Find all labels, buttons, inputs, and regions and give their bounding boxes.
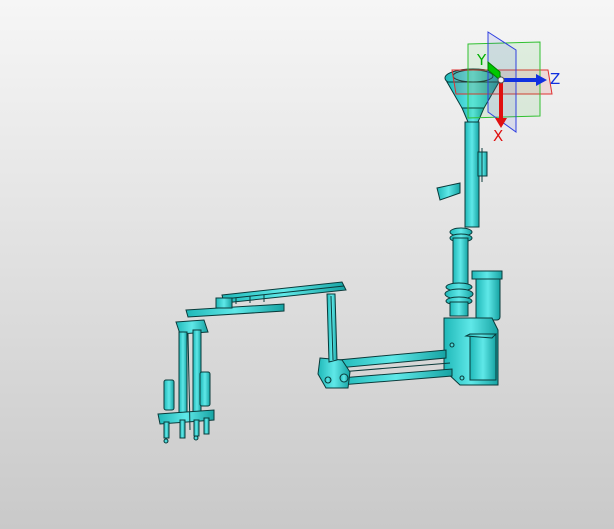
triad-origin xyxy=(497,76,505,84)
lower-arm-top-rail xyxy=(337,349,447,369)
side-valve xyxy=(436,182,461,201)
bearing-neck xyxy=(449,301,469,317)
elbow-pin xyxy=(339,373,349,383)
upper-arm-slider xyxy=(215,297,233,309)
finger-2 xyxy=(179,419,186,439)
motor-box xyxy=(469,333,497,381)
finger-tip-2 xyxy=(193,435,199,441)
lower-arm-bottom-rail xyxy=(339,368,453,386)
vertical-link[interactable] xyxy=(326,293,338,363)
finger-tip-1 xyxy=(163,438,169,444)
y-axis-label: Y xyxy=(476,51,487,69)
upper-arm[interactable] xyxy=(185,281,347,318)
pneumatic-cylinder xyxy=(475,275,501,321)
cylinder-cap xyxy=(471,270,503,280)
elbow-pin-2 xyxy=(324,376,332,384)
x-axis-label: X xyxy=(493,127,503,145)
upper-tube xyxy=(464,121,480,228)
housing-bolt-1 xyxy=(449,342,455,348)
housing-bolt-2 xyxy=(459,375,465,381)
gripper-assembly[interactable] xyxy=(157,319,215,444)
gripper-cylinder-right xyxy=(199,371,211,407)
gripper-cylinder-left xyxy=(163,379,175,411)
z-axis-label: Z xyxy=(550,70,560,88)
finger-3 xyxy=(193,419,200,437)
3d-viewport[interactable]: X Y Z xyxy=(0,0,614,529)
finger-4 xyxy=(203,417,210,435)
finger-1 xyxy=(163,421,170,439)
cad-scene[interactable]: X Y Z xyxy=(0,0,614,529)
gripper-column-left xyxy=(178,331,188,417)
lower-arm[interactable] xyxy=(317,349,453,389)
upper-arm-beam-lower xyxy=(185,303,285,318)
lower-tube xyxy=(452,237,469,287)
